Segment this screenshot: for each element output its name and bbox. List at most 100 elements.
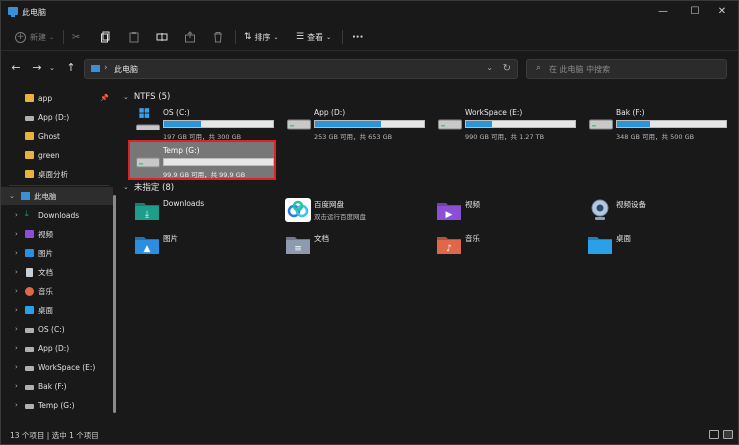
window-title: 此电脑 <box>22 8 46 17</box>
folder-icon <box>25 170 34 178</box>
more-icon: ··· <box>352 31 364 43</box>
sidebar-item-app[interactable]: app 📌 <box>1 89 113 107</box>
sidebar-item-bak-f[interactable]: › Bak (F:) <box>1 377 113 395</box>
paste-button[interactable] <box>128 29 140 45</box>
sidebar-item-label: green <box>38 150 60 160</box>
sidebar-item-workspace-e[interactable]: › WorkSpace (E:) <box>1 358 113 376</box>
chevron-right-icon[interactable]: › <box>15 287 18 295</box>
delete-button[interactable] <box>212 29 224 45</box>
video-icon <box>25 230 34 238</box>
document-icon <box>26 267 33 277</box>
chevron-down-icon[interactable]: ⌄ <box>9 192 15 200</box>
pin-icon[interactable]: 📌 <box>100 94 109 102</box>
desktop-icon <box>25 306 34 314</box>
sidebar-item-app-d[interactable]: › App (D:) <box>1 339 113 357</box>
chevron-right-icon[interactable]: › <box>15 344 18 352</box>
more-options-button[interactable]: ··· <box>352 29 363 45</box>
unspecified-group-header[interactable]: ⌄ 未指定 (8) <box>123 181 174 193</box>
drive-icon <box>25 347 34 352</box>
group-title: 未指定 (8) <box>133 183 175 193</box>
toolbar-separator <box>235 30 236 44</box>
drive-tile[interactable]: OS (C:) 197 GB 可用，共 300 GB <box>130 104 278 144</box>
folder-subtitle: 双击运行百度网盘 <box>314 213 366 221</box>
copy-button[interactable] <box>100 29 112 45</box>
forward-button[interactable]: → <box>30 61 44 75</box>
drive-tile[interactable]: WorkSpace (E:) 990 GB 可用，共 1.27 TB <box>432 104 580 144</box>
drive-tile[interactable]: App (D:) 253 GB 可用，共 653 GB <box>281 104 429 144</box>
folder-name: 桌面 <box>616 234 631 243</box>
recent-locations-button[interactable]: ⌄ <box>45 61 59 75</box>
minimize-button[interactable]: — <box>649 3 677 21</box>
folder-tile[interactable]: ⤓ Downloads <box>132 196 280 226</box>
chevron-right-icon[interactable]: › <box>15 211 18 219</box>
sidebar-item-ghost[interactable]: Ghost <box>1 127 113 145</box>
sort-button[interactable]: ⇅ 排序 ⌄ <box>244 29 279 45</box>
sidebar-item-label: App (D:) <box>38 112 70 122</box>
search-input[interactable] <box>549 63 719 76</box>
sidebar-item-app-d[interactable]: App (D:) <box>1 108 113 126</box>
sidebar-item-documents[interactable]: › 文档 <box>1 263 113 281</box>
sidebar-item-pictures[interactable]: › 图片 <box>1 244 113 262</box>
webcam-icon <box>591 199 609 220</box>
new-button[interactable]: + 新建 ⌄ <box>15 29 54 45</box>
drive-name: App (D:) <box>314 108 346 117</box>
sidebar-scrollbar[interactable] <box>113 195 116 413</box>
folder-tile[interactable]: ♪ 音乐 <box>434 230 582 260</box>
address-path: 此电脑 <box>114 65 138 74</box>
windows-logo-icon <box>139 108 150 118</box>
folder-tile[interactable]: 视频设备 <box>585 196 733 226</box>
folder-name: 音乐 <box>465 234 480 243</box>
sidebar-item-music[interactable]: › 音乐 <box>1 282 113 300</box>
sidebar-item-videos[interactable]: › 视频 <box>1 225 113 243</box>
folder-tile[interactable]: ≡ 文档 <box>283 230 431 260</box>
back-button[interactable]: ← <box>9 61 23 75</box>
sort-icon: ⇅ <box>244 32 252 42</box>
folder-tile[interactable]: 百度网盘 双击运行百度网盘 <box>283 196 431 226</box>
ntfs-group-header[interactable]: ⌄ NTFS (5) <box>123 92 170 102</box>
svg-text:▲: ▲ <box>144 244 151 254</box>
sidebar-item-downloads[interactable]: › ⤓ Downloads <box>1 206 113 224</box>
up-button[interactable]: ↑ <box>64 61 78 75</box>
title-bar: 此电脑 — ☐ ✕ <box>1 1 738 23</box>
drive-tile[interactable]: Bak (F:) 348 GB 可用，共 500 GB <box>583 104 731 144</box>
chevron-down-icon: ⌄ <box>326 33 332 41</box>
details-view-icon[interactable] <box>709 430 719 439</box>
tiles-view-icon[interactable] <box>723 430 733 439</box>
view-label: 查看 <box>307 32 324 42</box>
chevron-right-icon[interactable]: › <box>15 249 18 257</box>
drive-usage-fill <box>315 121 382 127</box>
maximize-button[interactable]: ☐ <box>681 3 709 21</box>
drive-free-space: 99.9 GB 可用，共 99.9 GB <box>163 171 246 179</box>
file-explorer-window: 此电脑 — ☐ ✕ + 新建 ⌄ ✂ ⇅ 排序 ⌄ ☰ 查看 ⌄ ··· ← →… <box>0 0 739 445</box>
sidebar-item-green[interactable]: green <box>1 146 113 164</box>
drive-tile[interactable]: Temp (G:) 99.9 GB 可用，共 99.9 GB <box>128 140 276 180</box>
view-button[interactable]: ☰ 查看 ⌄ <box>296 29 331 45</box>
folder-tile[interactable]: 桌面 <box>585 230 733 260</box>
address-bar[interactable]: › 此电脑 ⌄ ↻ <box>84 59 518 79</box>
chevron-right-icon[interactable]: › <box>15 230 18 238</box>
rename-button[interactable] <box>156 29 168 45</box>
sidebar-item-this-pc[interactable]: ⌄ 此电脑 <box>1 187 113 205</box>
address-history-button[interactable]: ⌄ <box>486 63 493 72</box>
sidebar-item-desktop[interactable]: › 桌面 <box>1 301 113 319</box>
svg-text:⤓: ⤓ <box>145 210 149 220</box>
chevron-right-icon[interactable]: › <box>15 363 18 371</box>
sidebar-item-label: Downloads <box>38 210 80 220</box>
folder-tile[interactable]: ▲ 图片 <box>132 230 280 260</box>
folder-tile[interactable]: ▶ 视频 <box>434 196 582 226</box>
arrow-left-icon: ← <box>11 61 21 74</box>
close-button[interactable]: ✕ <box>708 3 736 21</box>
search-box[interactable]: ⌕ <box>526 59 727 79</box>
sidebar-item-temp-g[interactable]: › Temp (G:) <box>1 396 113 414</box>
share-button[interactable] <box>184 29 196 45</box>
chevron-right-icon[interactable]: › <box>15 382 18 390</box>
chevron-right-icon[interactable]: › <box>15 306 18 314</box>
sidebar-item-desktop-analysis[interactable]: 桌面分析 <box>1 165 113 183</box>
sidebar-item-os-c[interactable]: › OS (C:) <box>1 320 113 338</box>
drive-icon <box>25 385 34 390</box>
refresh-button[interactable]: ↻ <box>503 63 511 74</box>
chevron-right-icon[interactable]: › <box>15 268 18 276</box>
chevron-right-icon[interactable]: › <box>15 325 18 333</box>
cut-button[interactable]: ✂ <box>72 29 80 45</box>
chevron-right-icon[interactable]: › <box>15 401 18 409</box>
